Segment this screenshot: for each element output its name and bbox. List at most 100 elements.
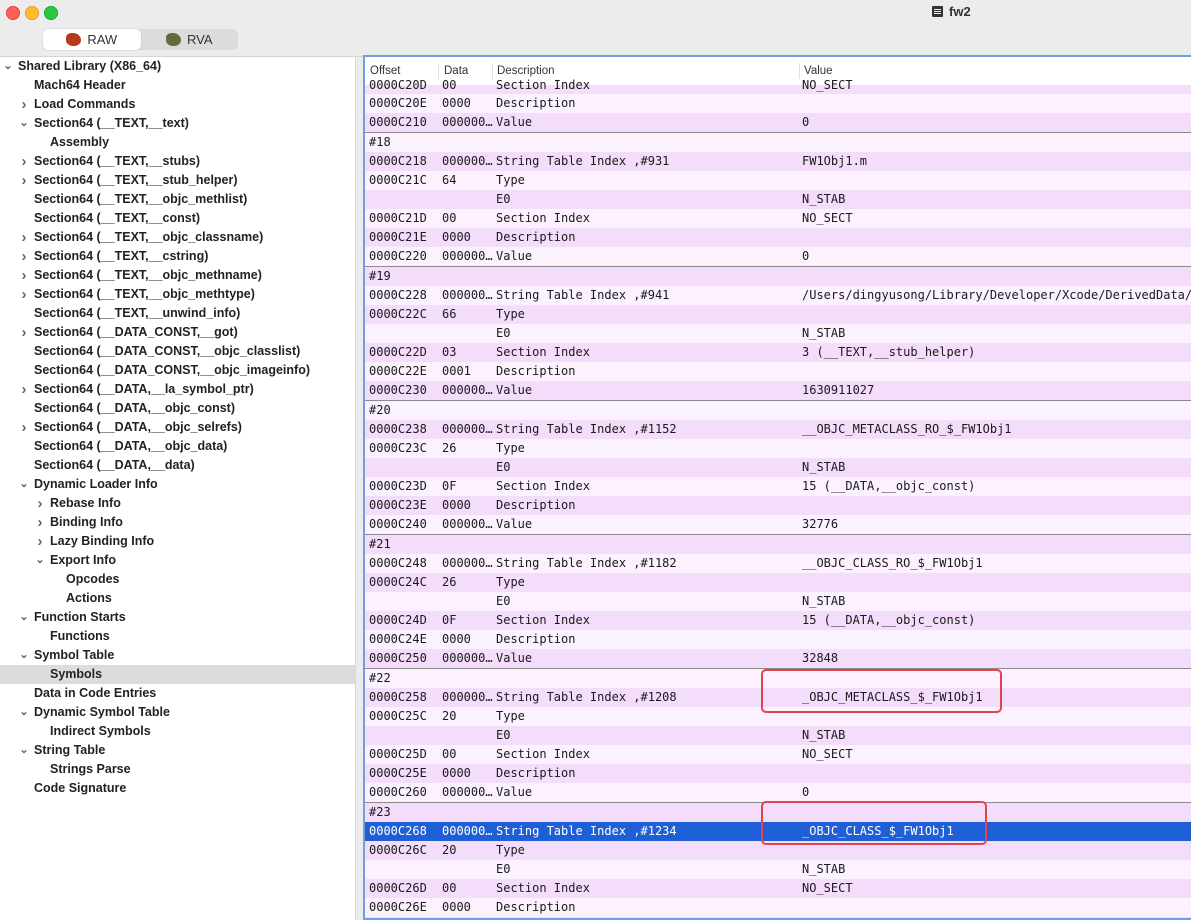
table-row[interactable]: 0000C24D 0F Section Index 15 (__DATA,__objc… <box>365 611 1191 630</box>
sidebar-item[interactable]: ⌄ Export Info <box>0 551 355 570</box>
table-row[interactable]: 0000C25E 0000 Description <box>365 764 1191 783</box>
sidebar-item[interactable]: Section64 (__TEXT,__unwind_info) <box>0 304 355 323</box>
chevron-right-icon[interactable]: › <box>35 494 45 513</box>
sidebar-item[interactable]: ⌄ Dynamic Loader Info <box>0 475 355 494</box>
sidebar-item[interactable]: › Section64 (__TEXT,__objc_methtype) <box>0 285 355 304</box>
sidebar-item[interactable]: ⌄ Dynamic Symbol Table <box>0 703 355 722</box>
sidebar-item[interactable]: Assembly <box>0 133 355 152</box>
sidebar-item[interactable]: Section64 (__DATA,__objc_const) <box>0 399 355 418</box>
symbol-group-row[interactable]: #22 <box>365 668 1191 688</box>
table-row[interactable]: 0000C24C 26 Type <box>365 573 1191 592</box>
column-header-offset[interactable]: Offset <box>370 65 400 77</box>
table-row[interactable]: 0000C20D 00 Section Index NO_SECT <box>365 79 1191 94</box>
table-row[interactable]: 0000C26C 20 Type <box>365 841 1191 860</box>
table-row[interactable]: 0000C22C 66 Type <box>365 305 1191 324</box>
sidebar-item[interactable]: Section64 (__TEXT,__const) <box>0 209 355 228</box>
symbol-group-row[interactable]: #18 <box>365 132 1191 152</box>
sidebar-item[interactable]: › Rebase Info <box>0 494 355 513</box>
table-row[interactable]: 0000C268 000000… String Table Index ,#1234… <box>365 822 1191 841</box>
chevron-right-icon[interactable]: › <box>19 266 29 285</box>
sidebar-item[interactable]: Actions <box>0 589 355 608</box>
table-row[interactable]: 0000C250 000000… Value 32848 <box>365 649 1191 668</box>
sidebar-item[interactable]: › Section64 (__DATA,__la_symbol_ptr) <box>0 380 355 399</box>
table-row[interactable]: 0000C25C 20 Type <box>365 707 1191 726</box>
table-row[interactable]: 0000C21D 00 Section Index NO_SECT <box>365 209 1191 228</box>
symbol-group-row[interactable]: #19 <box>365 266 1191 286</box>
table-row[interactable]: 0000C23E 0000 Description <box>365 496 1191 515</box>
chevron-right-icon[interactable]: › <box>19 152 29 171</box>
table-row[interactable]: 0000C240 000000… Value 32776 <box>365 515 1191 534</box>
sidebar-item[interactable]: ⌄ Section64 (__TEXT,__text) <box>0 114 355 133</box>
sidebar-item[interactable]: Section64 (__DATA,__data) <box>0 456 355 475</box>
sidebar-item[interactable]: Functions <box>0 627 355 646</box>
table-row[interactable]: 0000C260 000000… Value 0 <box>365 783 1191 802</box>
column-header-data[interactable]: Data <box>444 65 468 77</box>
sidebar-item[interactable]: ⌄ Function Starts <box>0 608 355 627</box>
table-row[interactable]: E0 N_STAB <box>365 592 1191 611</box>
table-row[interactable]: 0000C220 000000… Value 0 <box>365 247 1191 266</box>
column-divider[interactable] <box>799 63 800 79</box>
chevron-right-icon[interactable]: › <box>35 513 45 532</box>
sidebar-item[interactable]: › Section64 (__TEXT,__stubs) <box>0 152 355 171</box>
table-row[interactable]: 0000C258 000000… String Table Index ,#1208… <box>365 688 1191 707</box>
chevron-right-icon[interactable]: › <box>19 247 29 266</box>
sidebar-item[interactable]: Data in Code Entries <box>0 684 355 703</box>
sidebar-item[interactable]: Indirect Symbols <box>0 722 355 741</box>
table-row[interactable]: E0 N_STAB <box>365 324 1191 343</box>
sidebar-item[interactable]: ⌄ Symbol Table <box>0 646 355 665</box>
chevron-right-icon[interactable]: › <box>19 95 29 114</box>
sidebar-item[interactable]: ⌄ String Table <box>0 741 355 760</box>
table-row[interactable]: 0000C21C 64 Type <box>365 171 1191 190</box>
sidebar-item[interactable]: › Lazy Binding Info <box>0 532 355 551</box>
chevron-down-icon[interactable]: ⌄ <box>19 475 29 494</box>
sidebar-item[interactable]: Section64 (__DATA_CONST,__objc_imageinfo… <box>0 361 355 380</box>
sidebar-item[interactable]: Section64 (__TEXT,__objc_methlist) <box>0 190 355 209</box>
sidebar-item[interactable]: › Load Commands <box>0 95 355 114</box>
table-row[interactable]: E0 N_STAB <box>365 190 1191 209</box>
sidebar-item[interactable]: › Section64 (__TEXT,__stub_helper) <box>0 171 355 190</box>
sidebar-item[interactable]: › Section64 (__TEXT,__cstring) <box>0 247 355 266</box>
rva-mode-button[interactable]: RVA <box>141 29 239 50</box>
raw-mode-button[interactable]: RAW <box>43 29 141 50</box>
table-row[interactable]: 0000C210 000000… Value 0 <box>365 113 1191 132</box>
chevron-down-icon[interactable]: ⌄ <box>19 114 29 133</box>
close-window-button[interactable] <box>6 6 20 20</box>
sidebar-item[interactable]: Code Signature <box>0 779 355 798</box>
sidebar-item[interactable]: › Section64 (__TEXT,__objc_methname) <box>0 266 355 285</box>
symbol-group-row[interactable]: #23 <box>365 802 1191 822</box>
sidebar-item[interactable]: › Section64 (__DATA_CONST,__got) <box>0 323 355 342</box>
table-row[interactable]: 0000C20E 0000 Description <box>365 94 1191 113</box>
table-row[interactable]: 0000C25D 00 Section Index NO_SECT <box>365 745 1191 764</box>
table-row[interactable]: E0 N_STAB <box>365 458 1191 477</box>
chevron-right-icon[interactable]: › <box>19 228 29 247</box>
chevron-down-icon[interactable]: ⌄ <box>19 646 29 665</box>
table-row[interactable]: E0 N_STAB <box>365 860 1191 879</box>
sidebar-item[interactable]: Opcodes <box>0 570 355 589</box>
table-row[interactable]: 0000C218 000000… String Table Index ,#931 F… <box>365 152 1191 171</box>
sidebar-item[interactable]: › Section64 (__TEXT,__objc_classname) <box>0 228 355 247</box>
column-divider[interactable] <box>438 63 439 79</box>
table-row[interactable]: 0000C22D 03 Section Index 3 (__TEXT,__stub_… <box>365 343 1191 362</box>
sidebar-item[interactable]: Section64 (__DATA,__objc_data) <box>0 437 355 456</box>
chevron-down-icon[interactable]: ⌄ <box>19 608 29 627</box>
table-row[interactable]: 0000C248 000000… String Table Index ,#1182… <box>365 554 1191 573</box>
table-row[interactable]: 0000C24E 0000 Description <box>365 630 1191 649</box>
chevron-down-icon[interactable]: ⌄ <box>19 741 29 760</box>
sidebar-item[interactable]: Symbols <box>0 665 355 684</box>
chevron-right-icon[interactable]: › <box>35 532 45 551</box>
chevron-right-icon[interactable]: › <box>19 171 29 190</box>
zoom-window-button[interactable] <box>44 6 58 20</box>
chevron-right-icon[interactable]: › <box>19 418 29 437</box>
symbol-group-row[interactable]: #20 <box>365 400 1191 420</box>
chevron-right-icon[interactable]: › <box>19 285 29 304</box>
table-row[interactable]: 0000C228 000000… String Table Index ,#941 /… <box>365 286 1191 305</box>
symbol-group-row[interactable]: #21 <box>365 534 1191 554</box>
column-divider[interactable] <box>492 63 493 79</box>
chevron-down-icon[interactable]: ⌄ <box>35 551 45 570</box>
table-row[interactable]: 0000C23D 0F Section Index 15 (__DATA,__objc… <box>365 477 1191 496</box>
chevron-down-icon[interactable]: ⌄ <box>3 57 13 76</box>
chevron-down-icon[interactable]: ⌄ <box>19 703 29 722</box>
sidebar-item[interactable]: › Section64 (__DATA,__objc_selrefs) <box>0 418 355 437</box>
table-row[interactable]: 0000C238 000000… String Table Index ,#1152… <box>365 420 1191 439</box>
sidebar-item[interactable]: ⌄ Shared Library (X86_64) <box>0 57 355 76</box>
